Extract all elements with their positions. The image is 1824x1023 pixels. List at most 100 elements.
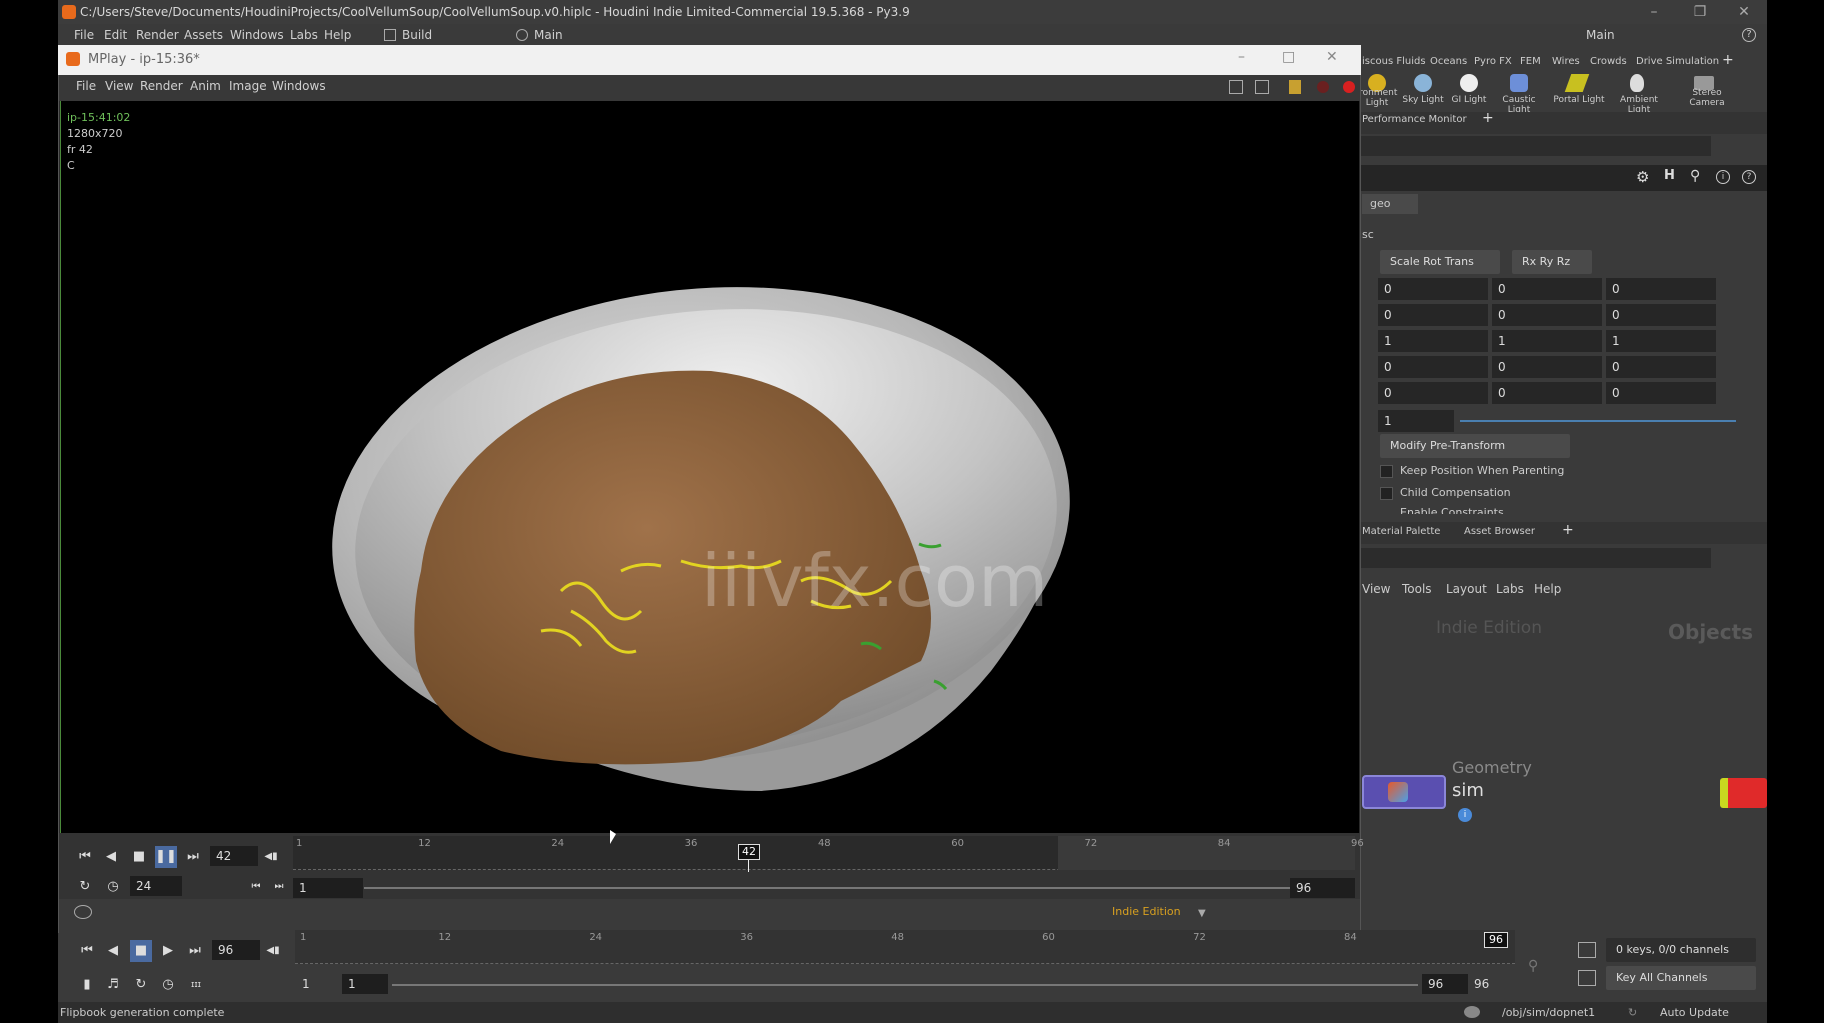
pivot-x-field[interactable]: 0 (1378, 382, 1488, 404)
mplay-layout-icon[interactable] (1229, 80, 1243, 94)
menu-render[interactable]: Render (136, 28, 179, 42)
main-timeline-ruler[interactable] (295, 930, 1515, 964)
caustic-light-icon[interactable] (1510, 74, 1528, 92)
mplay-menu-view[interactable]: View (105, 79, 133, 93)
keys-channels-display[interactable]: 0 keys, 0/0 channels (1606, 938, 1756, 962)
mplay-menu-render[interactable]: Render (140, 79, 183, 93)
main-range-start2[interactable]: 1 (342, 974, 388, 994)
menu-assets[interactable]: Assets (184, 28, 223, 42)
gi-light-icon[interactable] (1460, 74, 1478, 92)
mplay-menu-anim[interactable]: Anim (190, 79, 221, 93)
portal-light-icon[interactable] (1564, 74, 1590, 92)
pre-transform-menu[interactable]: Modify Pre-Transform (1380, 434, 1570, 458)
close-button[interactable]: ✕ (1721, 0, 1767, 24)
gear-icon[interactable]: ⚙ (1636, 168, 1649, 186)
search-icon[interactable]: ⚲ (1690, 168, 1700, 184)
param-tab-misc[interactable]: sc (1362, 228, 1374, 241)
main-audio-icon[interactable]: ▮ (76, 974, 98, 996)
menu-file[interactable]: File (74, 28, 94, 42)
pivot-z-field[interactable]: 0 (1606, 382, 1716, 404)
update-mode-select[interactable]: Auto Update (1660, 1002, 1729, 1023)
main-loop-icon[interactable]: ↻ (130, 974, 152, 996)
main-current-frame[interactable]: 96 (212, 940, 260, 960)
keep-position-checkbox[interactable] (1380, 465, 1393, 478)
mplay-minimize-button[interactable]: – (1238, 49, 1245, 65)
translate-x-field[interactable]: 0 (1378, 278, 1488, 300)
sky-light-icon[interactable] (1414, 74, 1432, 92)
param-help-icon[interactable]: ? (1742, 170, 1756, 184)
main-first-frame-button[interactable]: ⏮ (76, 940, 98, 962)
loop-icon[interactable]: ↻ (74, 876, 96, 898)
uniform-scale-slider[interactable] (1460, 420, 1736, 422)
update-refresh-icon[interactable]: ↻ (1628, 1002, 1637, 1023)
main-speaker-icon[interactable]: ♬ (102, 974, 124, 996)
network-menu-tools[interactable]: Tools (1402, 582, 1432, 596)
maximize-button[interactable]: ❐ (1677, 0, 1723, 24)
main-range-end2[interactable]: 96 (1468, 974, 1514, 994)
scale-z-field[interactable]: 1 (1606, 330, 1716, 352)
add-network-tab-icon[interactable]: + (1562, 522, 1574, 538)
shelf-tab-pyro[interactable]: Pyro FX (1474, 56, 1512, 67)
status-path[interactable]: /obj/sim/dopnet1 (1502, 1002, 1595, 1023)
rotation-order-select[interactable]: Rx Ry Rz (1512, 250, 1592, 274)
transform-order-select[interactable]: Scale Rot Trans (1380, 250, 1500, 274)
shear-x-field[interactable]: 0 (1378, 356, 1488, 378)
shear-z-field[interactable]: 0 (1606, 356, 1716, 378)
step-back-button[interactable]: ◀▮ (260, 846, 282, 868)
offscreen-node[interactable] (1720, 778, 1767, 808)
last-frame-button[interactable]: ⏭ (182, 846, 204, 868)
mplay-eye-icon[interactable] (74, 905, 92, 919)
shelf-tab-drive-simulation[interactable]: Drive Simulation (1636, 56, 1719, 67)
desktop-select[interactable]: Build (402, 28, 432, 42)
stop-button[interactable]: ■ (128, 846, 150, 868)
mplay-menu-file[interactable]: File (76, 79, 96, 93)
add-pane-tab-icon[interactable]: + (1482, 110, 1494, 126)
mplay-maximize-button[interactable]: □ (1282, 49, 1295, 65)
rotate-z-field[interactable]: 0 (1606, 304, 1716, 326)
add-shelf-icon[interactable]: + (1722, 52, 1734, 68)
shelf-tab-viscous-fluids[interactable]: iscous Fluids (1362, 56, 1426, 67)
shelf-tool-gi-light[interactable]: GI Light (1442, 95, 1496, 105)
child-compensation-checkbox[interactable] (1380, 487, 1393, 500)
keyframe-search-icon[interactable]: ⚲ (1528, 958, 1538, 974)
mplay-fps[interactable]: 24 (130, 876, 182, 896)
mplay-split-icon[interactable] (1255, 80, 1269, 94)
key-channels-icon[interactable] (1578, 970, 1596, 986)
tab-material-palette[interactable]: Material Palette (1362, 526, 1440, 537)
shelf-tab-fem[interactable]: FEM (1520, 56, 1541, 67)
menu-edit[interactable]: Edit (104, 28, 127, 42)
scale-y-field[interactable]: 1 (1492, 330, 1602, 352)
main-realtime-icon[interactable]: ◷ (157, 974, 179, 996)
menu-labs[interactable]: Labs (290, 28, 318, 42)
main-last-frame-button[interactable]: ⏭ (184, 940, 206, 962)
shelf-tab-wires[interactable]: Wires (1552, 56, 1580, 67)
first-frame-button[interactable]: ⏮ (74, 846, 96, 868)
rotate-x-field[interactable]: 0 (1378, 304, 1488, 326)
tab-performance-monitor[interactable]: Performance Monitor (1362, 114, 1467, 125)
mplay-stop-render-icon[interactable] (1317, 81, 1329, 93)
tab-asset-browser[interactable]: Asset Browser (1464, 526, 1535, 537)
right-desktop-select[interactable]: Main (1586, 28, 1615, 42)
scale-x-field[interactable]: 1 (1378, 330, 1488, 352)
network-menu-help[interactable]: Help (1534, 582, 1561, 596)
mplay-menu-windows[interactable]: Windows (272, 79, 326, 93)
node-info-icon[interactable]: i (1458, 808, 1472, 822)
mplay-range-slider[interactable] (364, 887, 1290, 889)
mplay-current-frame[interactable]: 42 (210, 846, 258, 866)
flipbook-viewport[interactable]: ip-15:41:02 1280x720 fr 42 C iiivfx.com (60, 101, 1359, 833)
main-range-slider[interactable] (392, 984, 1418, 986)
shelf-tab-oceans[interactable]: Oceans (1430, 56, 1467, 67)
realtime-icon[interactable]: ◷ (102, 876, 124, 898)
main-range-end[interactable]: 96 (1422, 974, 1468, 994)
mplay-range-end[interactable]: 96 (1290, 878, 1355, 898)
menu-windows[interactable]: Windows (230, 28, 284, 42)
houdini-help-icon[interactable]: H (1664, 168, 1675, 183)
shelf-tab-crowds[interactable]: Crowds (1590, 56, 1627, 67)
range-start-button[interactable]: ⏮ (245, 876, 267, 898)
keys-icon[interactable] (1578, 942, 1596, 958)
range-end-button[interactable]: ⏭ (268, 876, 290, 898)
network-menu-labs[interactable]: Labs (1496, 582, 1524, 596)
network-menu-view[interactable]: View (1362, 582, 1390, 596)
main-fps-icon[interactable]: ɪɪɪ (185, 974, 207, 996)
main-play-button[interactable]: ▶ (157, 940, 179, 962)
